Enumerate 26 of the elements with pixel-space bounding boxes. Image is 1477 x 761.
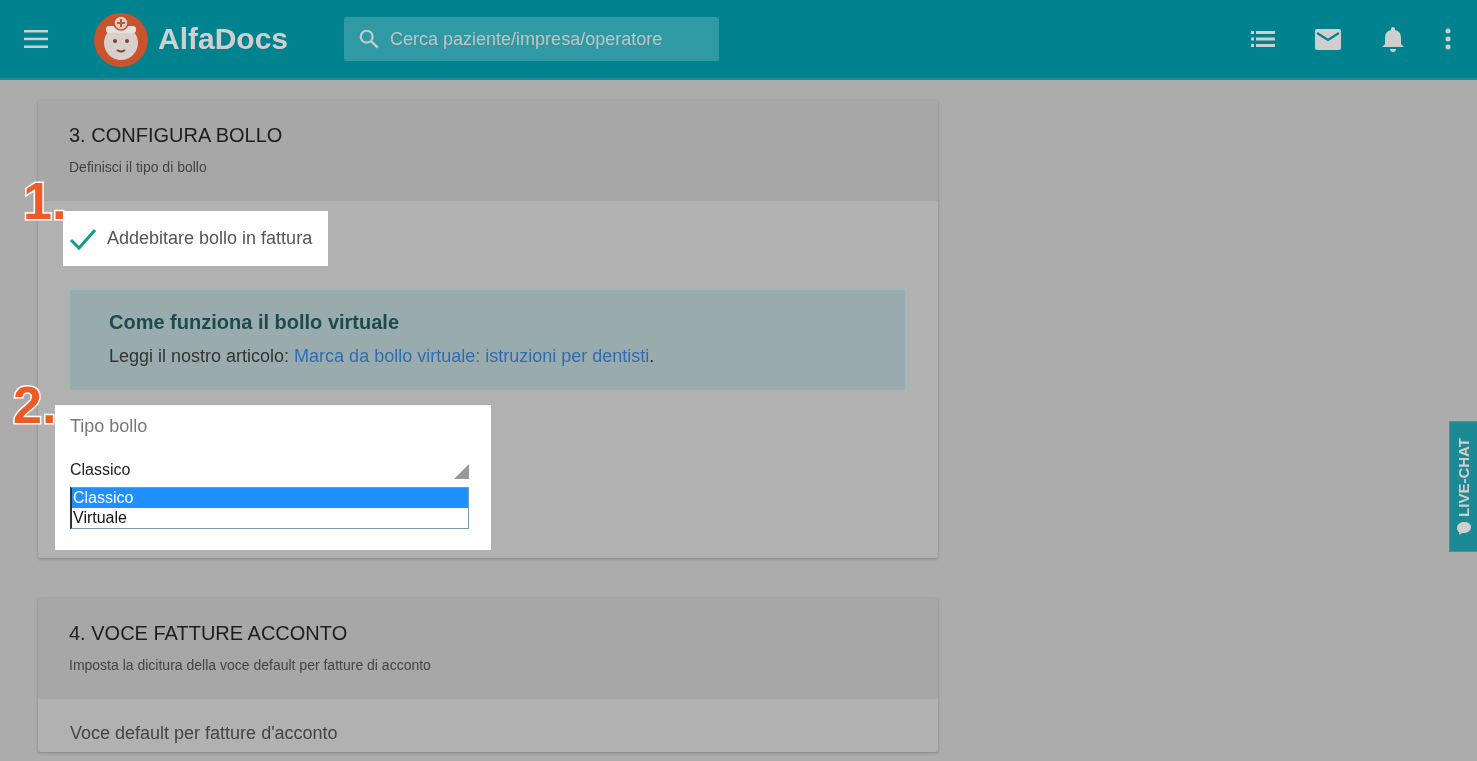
- search-input: Cerca paziente/impresa/operatore: [388, 27, 713, 51]
- mail-icon[interactable]: [1315, 28, 1341, 50]
- section-title: 3. CONFIGURA BOLLO: [69, 124, 284, 147]
- notifications-icon[interactable]: [1381, 26, 1405, 52]
- search-icon: [358, 28, 381, 50]
- lion-logo-icon: [92, 10, 150, 68]
- info-text: Leggi il nostro articolo: Marca da bollo virtuale: istruzioni per dentisti.: [109, 346, 656, 367]
- section-subtitle: Definisci il tipo di bollo: [69, 159, 208, 175]
- checkbox-label: Addebitare bollo in fattura: [107, 228, 313, 249]
- checkbox[interactable]: Addebitare bollo in fattura: [63, 211, 329, 266]
- section-subtitle: Imposta la dicitura della voce default per fatture di acconto: [69, 657, 432, 673]
- section-title: 4. VOCE FATTURE ACCONTO: [69, 622, 349, 645]
- list-icon[interactable]: [1251, 31, 1275, 47]
- select-label: Tipo bollo: [70, 416, 149, 437]
- info-title: Come funziona il bollo virtuale: [109, 311, 401, 334]
- checkmark-icon: [69, 226, 97, 251]
- select-field[interactable]: Classico: [70, 457, 469, 479]
- menu-icon[interactable]: [24, 30, 48, 48]
- app-logo-text: AlfaDocs: [158, 22, 289, 56]
- search-field[interactable]: Cerca paziente/impresa/operatore: [344, 17, 720, 61]
- more-options-icon[interactable]: [1445, 28, 1451, 50]
- chat-bubble-icon: [1456, 522, 1471, 536]
- dropdown-option[interactable]: Virtuale: [72, 508, 468, 528]
- annotation-number: 2.: [13, 379, 57, 431]
- dropdown-corner-icon: [454, 464, 469, 479]
- field-label: Voce default per fatture d'acconto: [70, 723, 338, 744]
